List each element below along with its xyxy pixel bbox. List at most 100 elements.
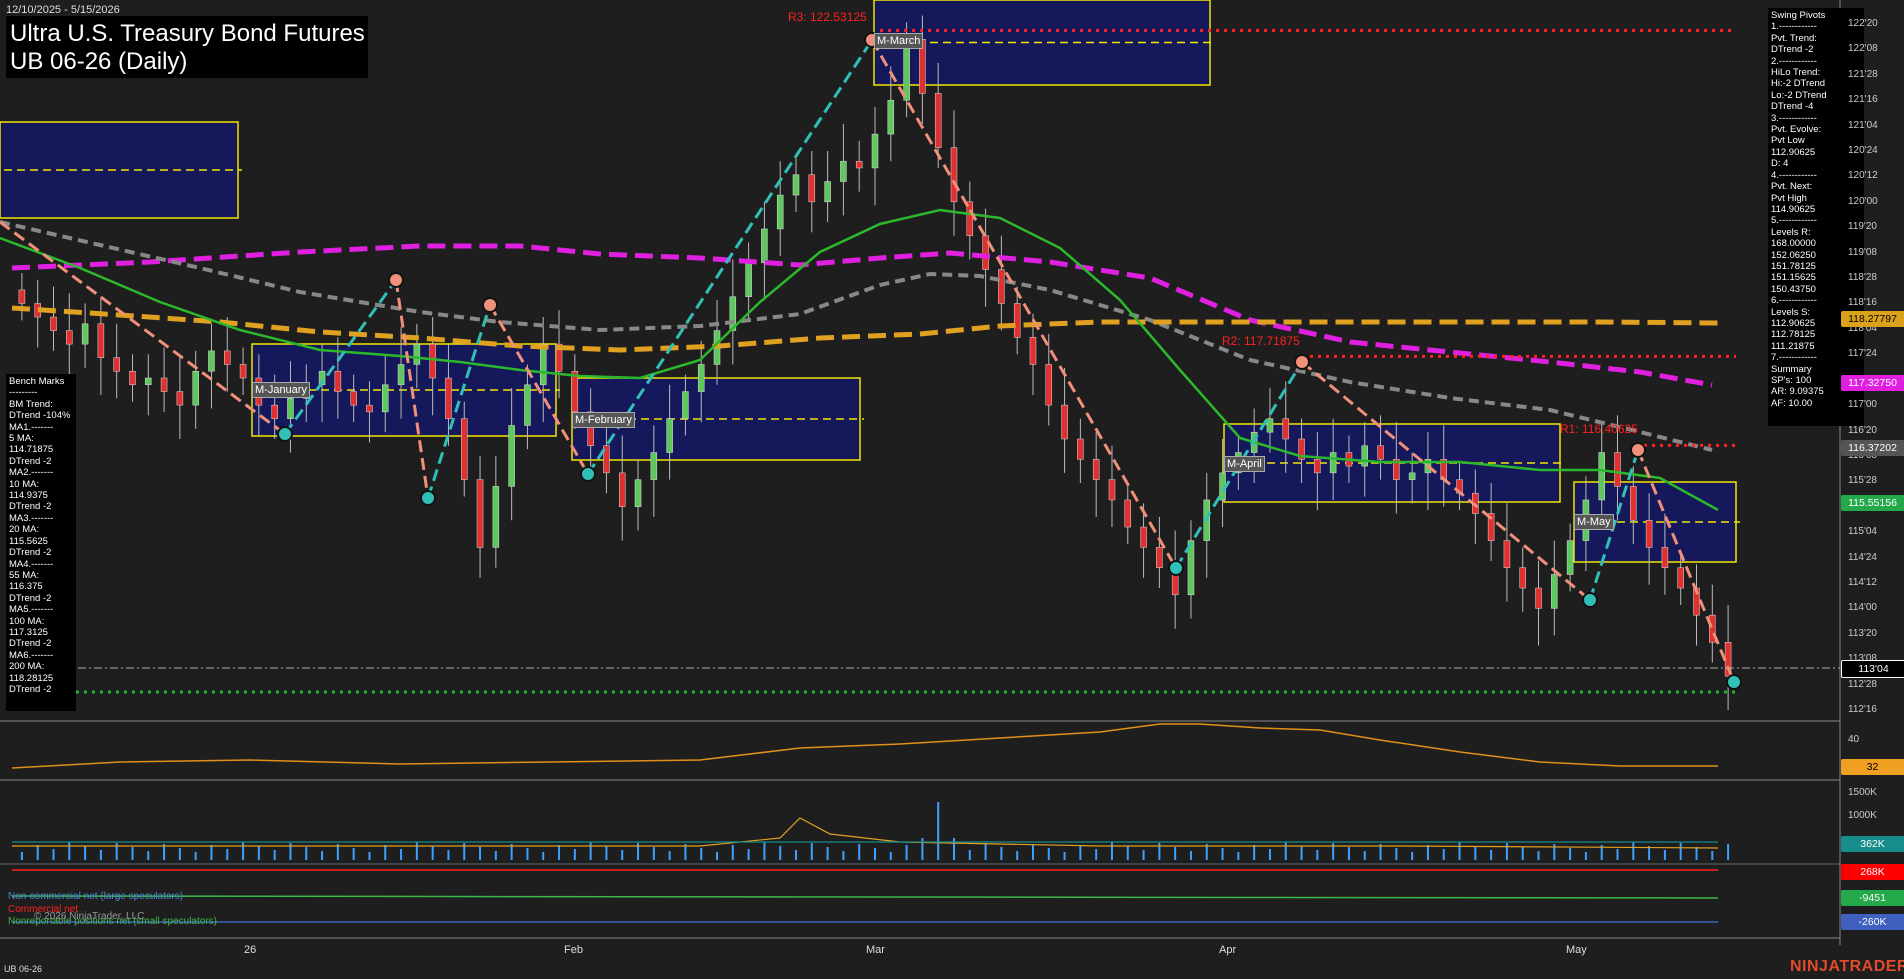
price-tick-label: 120'00 — [1848, 195, 1878, 207]
bench-mark-line: MA2.------- — [9, 467, 54, 479]
candle-body — [1614, 452, 1621, 487]
price-tick-label: 115'04 — [1848, 526, 1877, 538]
candle-body — [18, 289, 26, 304]
cot-value-label: -9451 — [1841, 890, 1904, 906]
candle-body — [697, 364, 705, 392]
candle-body — [492, 486, 500, 548]
candle-body — [761, 228, 768, 264]
price-tick-label: 117'00 — [1848, 399, 1877, 411]
price-tick-label: 112'16 — [1848, 704, 1877, 715]
price-tick-label: 121'16 — [1848, 94, 1878, 106]
candle-body — [50, 316, 57, 331]
price-value-label: 118.27797 — [1841, 310, 1904, 327]
pivot-level-label: R3: 122.53125 — [788, 10, 867, 24]
candle-body — [1598, 452, 1605, 501]
volume-value-label: 362K — [1841, 836, 1904, 852]
bench-mark-line: 114.9375 — [9, 490, 48, 502]
bench-mark-line: MA4.------- — [9, 558, 54, 570]
x-axis-label: Mar — [866, 944, 885, 956]
candle-body — [287, 398, 294, 419]
plot-bg — [0, 0, 1840, 945]
x-axis-label: Feb — [564, 944, 583, 956]
price-tick-label: 118'28 — [1848, 272, 1877, 284]
bench-mark-line: MA3.------- — [9, 512, 54, 524]
candle-body — [1408, 472, 1416, 480]
bench-mark-line: 115.5625 — [9, 535, 48, 547]
candle-body — [239, 364, 247, 379]
adx-tick-label: 40 — [1848, 734, 1860, 745]
bench-mark-line: DTrend -104% — [9, 410, 71, 422]
candle-body — [1140, 526, 1147, 548]
cot-legend-item: Non-commercial net (large speculators) — [8, 891, 184, 902]
price-tick-label: 120'24 — [1848, 145, 1878, 157]
candle-body — [366, 404, 373, 413]
candle-body — [524, 384, 531, 426]
adx-value-label: 32 — [1841, 759, 1904, 775]
volume-tick-label: 1500K — [1848, 787, 1877, 798]
price-tick-label: 121'28 — [1848, 68, 1878, 80]
candle-body — [271, 404, 278, 419]
price-tick-label: 121'04 — [1848, 119, 1878, 131]
candle-body — [808, 174, 816, 203]
candle-body — [998, 269, 1005, 304]
candle-body — [1124, 499, 1132, 528]
month-tag: M-January — [252, 382, 310, 398]
candle-body — [539, 343, 547, 386]
candle-body — [334, 370, 342, 392]
candle-body — [113, 357, 120, 372]
candle-body — [382, 384, 389, 413]
candle-body — [1029, 337, 1037, 365]
bench-mark-line: DTrend -2 — [9, 455, 52, 467]
candle-body — [824, 181, 831, 203]
bench-mark-line: 10 MA: — [9, 478, 40, 490]
candle-body — [66, 330, 73, 345]
swing-pivot-marker — [1168, 560, 1184, 576]
candle-body — [1314, 459, 1321, 474]
candle-body — [476, 479, 484, 548]
x-axis-label: May — [1566, 944, 1587, 956]
swing-pivot-line: D: 4 — [1771, 158, 1789, 170]
candle-body — [192, 370, 199, 406]
swing-pivot-line: Hi:-2 DTrend — [1771, 78, 1826, 90]
candle-body — [350, 391, 357, 406]
candle-body — [650, 452, 658, 480]
cot-value-label: -260K — [1841, 914, 1904, 930]
candle-body — [1566, 540, 1574, 575]
candle-body — [1156, 547, 1163, 568]
price-value-label: 115.55156 — [1841, 495, 1904, 512]
price-tick-label: 119'08 — [1848, 246, 1877, 258]
x-axis-label: Apr — [1219, 944, 1237, 956]
candle-body — [429, 343, 436, 379]
bench-mark-line: DTrend -2 — [9, 592, 52, 604]
candle-body — [666, 418, 673, 453]
bench-mark-line: MA1.------- — [9, 421, 54, 433]
instrument-footer: UB 06-26 — [4, 964, 43, 974]
candle-body — [1061, 404, 1068, 440]
candle-body — [840, 160, 847, 182]
bench-mark-line: BM Trend: — [9, 398, 53, 410]
swing-pivot-marker — [277, 426, 293, 442]
candle-body — [682, 391, 689, 419]
price-tick-label: 122'08 — [1848, 43, 1878, 55]
swing-pivot-marker — [420, 490, 436, 506]
bench-mark-line: 117.3125 — [9, 626, 48, 638]
price-tick-label: 117'24 — [1848, 348, 1877, 360]
candle-body — [1329, 452, 1337, 474]
candle-body — [1551, 574, 1558, 609]
swing-pivot-line: 151.78125 — [1771, 260, 1816, 272]
bench-mark-line: DTrend -2 — [9, 547, 52, 559]
swing-pivot-marker — [1582, 592, 1598, 608]
bench-mark-line: MA6.------- — [9, 649, 54, 661]
date-range: 12/10/2025 - 5/15/2026 — [6, 4, 120, 16]
volume-tick-label: 1000K — [1848, 810, 1877, 821]
candle-body — [871, 133, 879, 169]
swing-pivot-marker — [1630, 442, 1646, 458]
candle-body — [445, 377, 452, 419]
candle-body — [145, 377, 152, 386]
swing-pivot-marker — [580, 466, 596, 482]
price-tick-label: 116'20 — [1848, 424, 1877, 436]
candle-body — [982, 235, 989, 270]
candle-body — [1630, 486, 1637, 521]
month-tag: M-May — [1574, 514, 1614, 530]
bench-mark-line: DTrend -2 — [9, 683, 52, 695]
